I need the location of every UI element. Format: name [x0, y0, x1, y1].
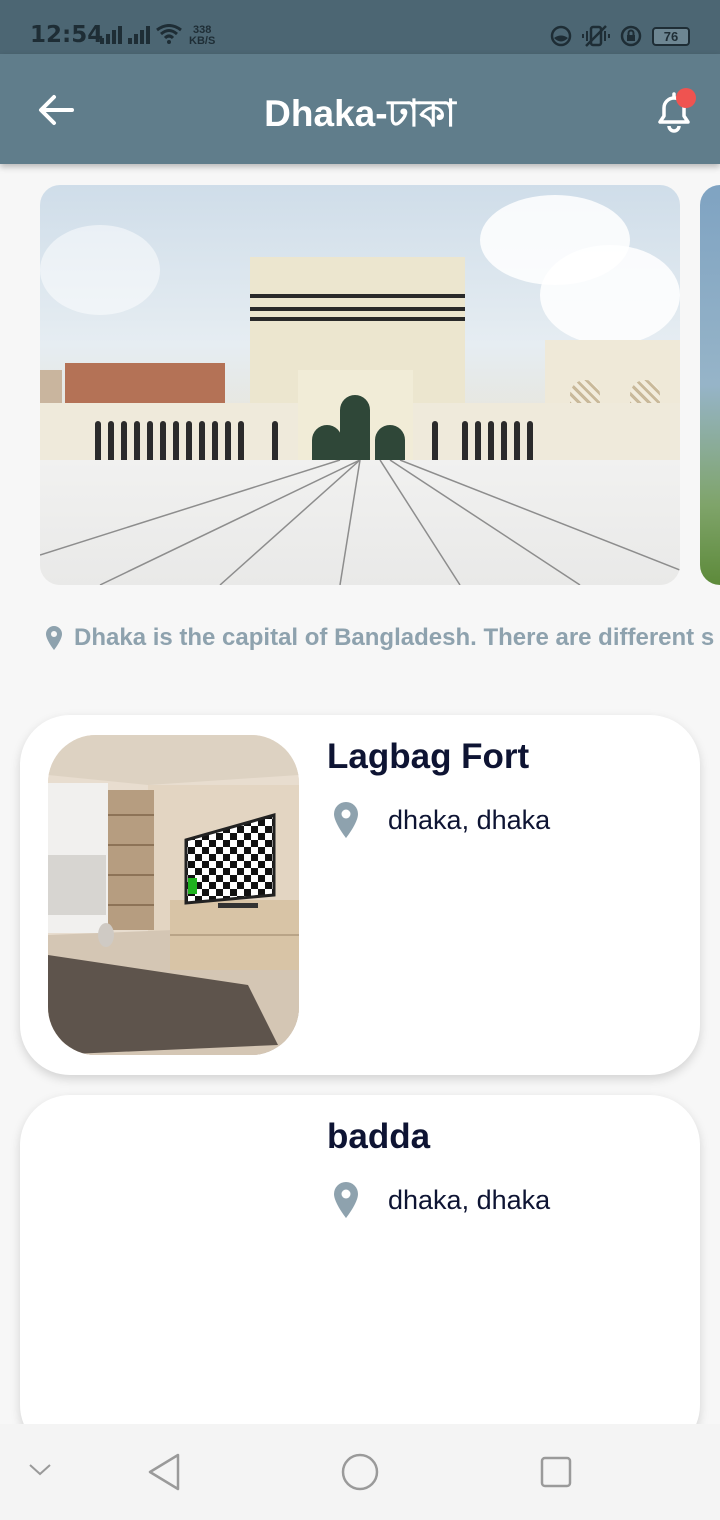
window: [432, 421, 438, 461]
arch: [375, 425, 405, 465]
network-speed-unit: KB/S: [189, 35, 216, 47]
window: [173, 421, 179, 461]
mosque-gate: [298, 370, 413, 465]
place-location: dhaka, dhaka: [332, 801, 550, 839]
back-triangle-icon[interactable]: [146, 1452, 182, 1492]
place-title: Lagbag Fort: [327, 737, 530, 776]
window: [186, 421, 192, 461]
window: [147, 421, 153, 461]
network-speed: 338 KB/S: [189, 25, 215, 47]
data-saver-icon: [550, 25, 572, 47]
window: [475, 421, 481, 461]
status-right-icons: 76: [550, 25, 690, 47]
collapse-icon[interactable]: [28, 1462, 52, 1478]
window: [527, 421, 533, 461]
window: [95, 421, 101, 461]
window: [488, 421, 494, 461]
building: [65, 363, 225, 408]
plaza-lines: [40, 460, 680, 585]
signal-icons: [100, 24, 182, 44]
tower-stripe: [250, 307, 465, 311]
window: [212, 421, 218, 461]
status-time: 12:54: [30, 22, 104, 48]
recents-square-icon[interactable]: [538, 1454, 574, 1490]
place-card[interactable]: badda dhaka, dhaka: [20, 1095, 700, 1455]
signal-icon: [128, 24, 150, 44]
signal-icon: [100, 24, 122, 44]
window: [160, 421, 166, 461]
system-nav-bar: [0, 1424, 720, 1520]
wifi-icon: [156, 24, 182, 44]
tower-stripe: [250, 294, 465, 298]
window: [121, 421, 127, 461]
plaza: [40, 460, 680, 585]
window: [501, 421, 507, 461]
vibrate-off-icon: [582, 25, 610, 47]
window: [272, 421, 278, 461]
window: [514, 421, 520, 461]
carousel-image-next[interactable]: [700, 185, 720, 585]
app-bar: Dhaka-ঢাকা: [0, 54, 720, 164]
notification-button[interactable]: [652, 88, 696, 134]
map-pin-icon: [334, 802, 358, 838]
cloud: [40, 225, 160, 315]
window: [199, 421, 205, 461]
window: [108, 421, 114, 461]
home-circle-icon[interactable]: [340, 1452, 380, 1492]
window: [238, 421, 244, 461]
arch: [312, 425, 342, 465]
page-title: Dhaka-ঢাকা: [264, 93, 456, 134]
place-location-text: dhaka, dhaka: [388, 1184, 551, 1215]
place-location-text: dhaka, dhaka: [388, 804, 551, 835]
window: [462, 421, 468, 461]
description-text: Dhaka is the capital of Bangladesh. Ther…: [74, 624, 715, 651]
city-description: Dhaka is the capital of Bangladesh. Ther…: [44, 624, 720, 652]
map-pin-icon: [334, 1182, 358, 1218]
place-card[interactable]: Lagbag Fort dhaka, dhaka: [20, 715, 700, 1075]
window: [134, 421, 140, 461]
cloud: [540, 245, 680, 345]
map-pin-icon: [46, 626, 62, 650]
window: [225, 421, 231, 461]
place-location: dhaka, dhaka: [332, 1181, 550, 1219]
notification-badge: [676, 88, 696, 108]
rotation-lock-icon: [620, 25, 642, 47]
battery-indicator: 76: [652, 26, 690, 46]
carousel-image-mosque[interactable]: [40, 185, 680, 585]
place-title: badda: [327, 1117, 431, 1156]
room-image: [48, 735, 299, 1055]
status-bar: 12:54 338 KB/S 76: [0, 0, 720, 54]
tower-stripe: [250, 317, 465, 321]
place-thumbnail: [48, 735, 299, 1055]
arch: [340, 395, 370, 465]
